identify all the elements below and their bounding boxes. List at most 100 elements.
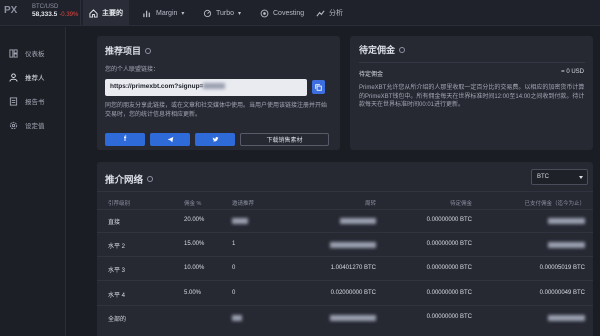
cell-pending: 0.00000000 BTC — [426, 241, 472, 247]
nav-analytics[interactable]: 分析 — [316, 0, 343, 26]
nav-main[interactable]: 主要的 — [83, 0, 129, 26]
pending-note: PrimeXBT允许您从所介绍的人那里收取一定百分比的交易费。以相应的加密货币计… — [359, 85, 585, 108]
currency-select-value: BTC — [537, 174, 549, 180]
divider — [97, 280, 593, 281]
divider — [97, 191, 593, 192]
network-title-text: 推介网络 — [105, 175, 144, 186]
share-facebook-button[interactable]: f — [105, 133, 145, 146]
top-bar: PX BTC/USD 58,333.5 -0.39% 主要的 Margin ▾ T… — [0, 0, 600, 26]
nav-margin-label: Margin — [156, 9, 178, 17]
cell-pct: 10.00% — [184, 265, 205, 271]
nav-turbo-label: Turbo — [216, 9, 235, 17]
sidebar-item-label: 报告书 — [25, 99, 45, 106]
sidebar-item-label: 设定值 — [25, 123, 45, 130]
share-telegram-button[interactable] — [150, 133, 190, 146]
col-header-level: 引荐级别 — [108, 201, 131, 207]
ticker[interactable]: BTC/USD 58,333.5 -0.39% — [32, 3, 78, 19]
sidebar-item-label: 推荐人 — [25, 75, 45, 82]
settings-gear-icon — [9, 121, 18, 129]
cell-pending: 0.00000000 BTC — [426, 265, 472, 271]
col-header-turnover: 周转 — [364, 201, 376, 207]
divider — [359, 62, 585, 63]
cell-level: 水平 3 — [108, 268, 126, 274]
info-icon[interactable] — [399, 46, 406, 53]
chevron-down-icon: ▾ — [238, 10, 242, 17]
redacted-blur — [330, 315, 376, 321]
redacted-blur — [232, 315, 242, 321]
sidebar-item-reports[interactable]: 报告书 — [0, 92, 66, 110]
nav-covesting-label: Covesting — [273, 9, 305, 17]
col-header-pending: 待定佣金 — [449, 201, 472, 207]
cell-level: 水平 4 — [108, 293, 126, 299]
pending-value: = 0 USD — [561, 69, 584, 75]
redacted-blur — [203, 83, 226, 90]
cell-pending: 0.00000000 BTC — [426, 217, 472, 223]
col-header-paid: 已支付佣金（迄今为止） — [524, 201, 585, 207]
turbo-icon — [203, 9, 212, 17]
nav-margin[interactable]: Margin ▾ — [143, 0, 184, 26]
divider — [80, 0, 81, 26]
divider — [97, 305, 593, 306]
redacted-blur — [232, 218, 248, 224]
referral-user-icon — [9, 72, 18, 82]
cell-pending: 0.00000000 BTC — [426, 314, 472, 320]
pending-title: 待定佣金 — [359, 43, 406, 56]
facebook-icon: f — [123, 136, 127, 143]
col-header-referrals: 邀请推荐 — [232, 201, 255, 207]
nav-covesting[interactable]: Covesting — [260, 0, 304, 26]
nav-turbo[interactable]: Turbo ▾ — [203, 0, 241, 26]
sidebar: 仪表板 推荐人 报告书 设定值 — [0, 27, 66, 336]
redacted-blur — [330, 242, 376, 248]
link-label: 您的个人联盟链接： — [105, 67, 160, 73]
share-twitter-button[interactable] — [195, 133, 235, 146]
nav-analytics-label: 分析 — [329, 10, 343, 17]
cell-refs: 0 — [232, 290, 236, 296]
referral-title-text: 推荐项目 — [105, 46, 142, 56]
cell-level: 全部的 — [108, 317, 127, 323]
sidebar-item-referral[interactable]: 推荐人 — [0, 68, 66, 86]
pending-commission-card: 待定佣金 待定佣金 = 0 USD PrimeXBT允许您从所介绍的人那里收取一… — [350, 36, 593, 150]
download-materials-button[interactable]: 下载销售素材 — [240, 133, 329, 146]
cell-turnover: 0.02000000 BTC — [330, 290, 376, 296]
network-title: 推介网络 — [105, 172, 154, 186]
referral-link-value: https://primexbt.com?signup= — [110, 83, 204, 90]
covesting-icon — [260, 9, 269, 17]
nav-main-label: 主要的 — [102, 10, 123, 17]
divider — [97, 256, 593, 257]
pending-title-text: 待定佣金 — [359, 45, 396, 55]
cell-turnover: 1.00401270 BTC — [330, 265, 376, 271]
copy-link-button[interactable] — [312, 80, 325, 94]
telegram-icon — [167, 137, 173, 143]
divider — [97, 232, 593, 233]
twitter-icon — [212, 137, 219, 142]
ticker-pair: BTC/USD — [32, 4, 59, 10]
redacted-blur — [340, 218, 376, 224]
redacted-blur — [548, 218, 585, 224]
redacted-blur — [548, 315, 585, 321]
sidebar-item-settings[interactable]: 设定值 — [0, 116, 66, 134]
cell-level: 直接 — [108, 220, 121, 226]
pending-label: 待定佣金 — [359, 72, 384, 78]
margin-chart-icon — [143, 10, 150, 17]
referral-title: 推荐项目 — [105, 44, 152, 57]
referral-description: 同您的朋友分享此链接，或在文章和社交媒体中使用。当用户使用该链接注册并开始交易时… — [105, 103, 328, 118]
primexbt-logo[interactable]: PX — [4, 5, 30, 19]
info-icon[interactable] — [145, 47, 152, 54]
info-icon[interactable] — [147, 176, 154, 182]
col-header-commission-pct: 佣金 % — [184, 201, 202, 207]
cell-paid: 0.00005019 BTC — [539, 265, 585, 271]
referral-network-card: 推介网络 — [97, 162, 593, 336]
report-icon — [9, 96, 18, 106]
cell-pending: 0.00000000 BTC — [426, 290, 472, 296]
currency-select[interactable]: BTC — [531, 169, 588, 185]
cell-pct: 15.00% — [184, 241, 205, 247]
sidebar-item-label: 仪表板 — [25, 51, 45, 58]
copy-icon — [315, 83, 322, 91]
cell-pct: 20.00% — [184, 217, 205, 223]
redacted-blur — [548, 242, 585, 248]
referral-link-field[interactable]: https://primexbt.com?signup= — [105, 79, 307, 96]
sidebar-item-dashboard[interactable]: 仪表板 — [0, 44, 66, 62]
cell-pct: 5.00% — [184, 290, 202, 296]
chevron-down-icon: ▾ — [181, 10, 185, 17]
cell-refs: 0 — [232, 265, 236, 271]
